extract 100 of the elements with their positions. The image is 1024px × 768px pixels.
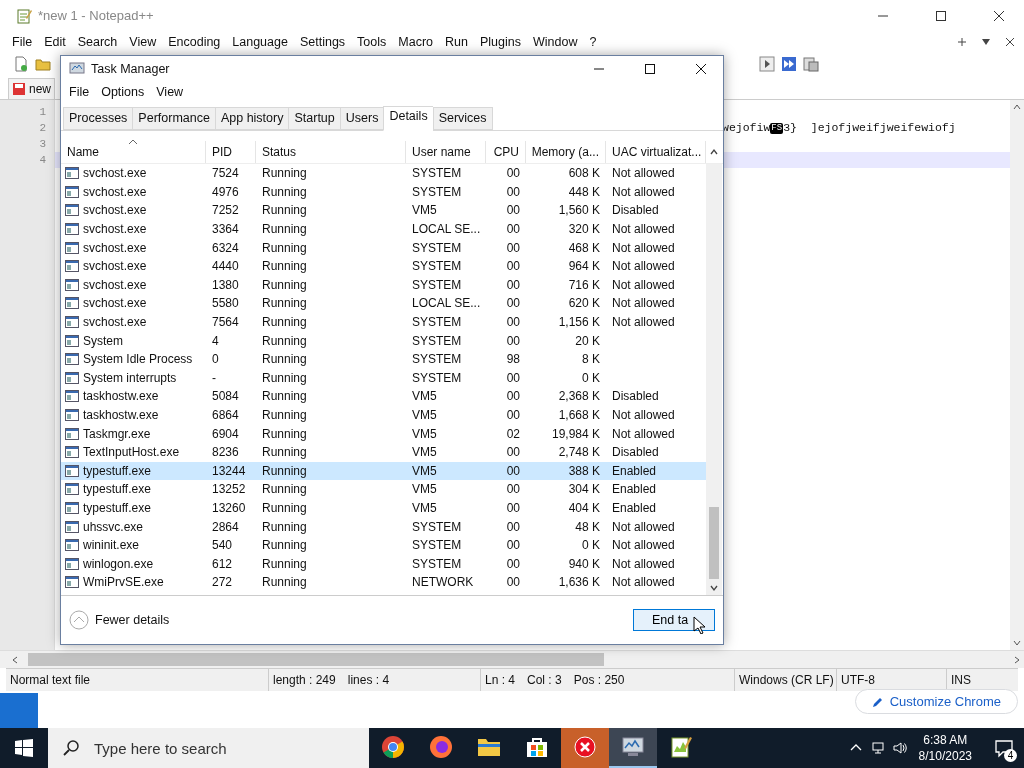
- end-task-button[interactable]: End ta: [633, 609, 715, 631]
- table-cell: Running: [262, 240, 307, 255]
- clock[interactable]: 6:38 AM 8/10/2023: [918, 732, 972, 764]
- table-cell: LOCAL SE...: [412, 296, 481, 311]
- table-cell: 940 K: [568, 556, 600, 571]
- status-text: lines : 4: [347, 673, 390, 687]
- table-cell: 00: [506, 556, 520, 571]
- table-row[interactable]: svchost.exe 3364 Running LOCAL SE... 00 320 K Not allowed: [61, 219, 706, 239]
- table-cell: 6904: [212, 426, 239, 441]
- table-cell: 320 K: [568, 222, 600, 237]
- table-cell: 4976: [212, 184, 239, 199]
- table-row[interactable]: svchost.exe 7564 Running SYSTEM 00 1,156 K Not allowed: [61, 312, 706, 332]
- status-text: Ln : 4: [485, 673, 516, 687]
- table-row[interactable]: winlogon.exe 612 Running SYSTEM 00 940 K Not allowed: [61, 554, 706, 574]
- table-cell: 540: [212, 538, 233, 553]
- tab[interactable]: Processes: [63, 107, 133, 130]
- table-cell: 1380: [212, 277, 239, 292]
- table-row[interactable]: TextInputHost.exe 8236 Running VM5 00 2,748 K Disabled: [61, 442, 706, 462]
- menu-item[interactable]: Language: [226, 34, 294, 49]
- table-row[interactable]: svchost.exe 4976 Running SYSTEM 00 448 K Not allowed: [61, 182, 706, 202]
- line-number: 3: [38, 137, 46, 152]
- table-cell: 13260: [212, 501, 246, 515]
- table-cell: 00: [506, 408, 520, 422]
- menu-item[interactable]: View: [123, 34, 163, 49]
- line-number: 4: [38, 153, 46, 168]
- menu-item[interactable]: Plugins: [473, 34, 527, 49]
- table-row[interactable]: typestuff.exe 13252 Running VM5 00 304 K Enabled: [61, 480, 706, 499]
- tab[interactable]: Users: [339, 107, 384, 130]
- table-row[interactable]: svchost.exe 7524 Running SYSTEM 00 608 K Not allowed: [61, 164, 706, 183]
- tab[interactable]: Services: [432, 107, 493, 130]
- table-cell: Running: [262, 277, 307, 292]
- column-header[interactable]: UAC virtualizat...: [606, 141, 706, 163]
- table-row[interactable]: System interrupts - Running SYSTEM 00 0 K: [61, 368, 706, 388]
- menu-item[interactable]: Run: [439, 34, 474, 49]
- table-cell: Not allowed: [612, 277, 675, 292]
- table-row[interactable]: svchost.exe 7252 Running VM5 00 1,560 K Disabled: [61, 201, 706, 220]
- menu-item[interactable]: Encoding: [162, 34, 227, 49]
- menu-item[interactable]: File: [63, 85, 96, 99]
- menu-item[interactable]: View: [150, 85, 190, 99]
- table-cell: 00: [506, 575, 520, 590]
- column-header[interactable]: Status: [256, 141, 406, 163]
- table-cell: wininit.exe: [83, 538, 140, 553]
- table-cell: VM5: [412, 408, 437, 422]
- table-cell: Not allowed: [612, 296, 675, 311]
- table-row[interactable]: svchost.exe 6324 Running SYSTEM 00 468 K Not allowed: [61, 238, 706, 257]
- table-cell: Running: [262, 538, 307, 553]
- table-row[interactable]: Taskmgr.exe 6904 Running VM5 02 19,984 K Not allowed: [61, 424, 706, 443]
- table-cell: 0 K: [582, 538, 600, 553]
- table-cell: 7564: [212, 315, 239, 330]
- table-row[interactable]: typestuff.exe 13244 Running VM5 00 388 K Enabled: [61, 461, 706, 481]
- table-cell: System Idle Process: [83, 352, 193, 367]
- table-cell: 1,560 K: [558, 203, 600, 218]
- table-cell: 00: [506, 277, 520, 292]
- column-header[interactable]: Memory (a...: [526, 141, 606, 163]
- tab[interactable]: Startup: [288, 107, 340, 130]
- tab[interactable]: Details: [383, 106, 433, 131]
- table-cell: Enabled: [612, 463, 657, 478]
- table-cell: 00: [506, 333, 520, 348]
- table-cell: Running: [262, 575, 307, 590]
- table-cell: Enabled: [612, 482, 657, 497]
- menu-item[interactable]: Settings: [293, 34, 352, 49]
- table-row[interactable]: taskhostw.exe 6864 Running VM5 00 1,668 K Not allowed: [61, 405, 706, 425]
- search-field[interactable]: Type here to search: [48, 728, 369, 768]
- table-cell: 404 K: [568, 501, 600, 515]
- customize-chrome-button[interactable]: Customize Chrome: [854, 689, 1018, 714]
- table-row[interactable]: System Idle Process 0 Running SYSTEM 98 8 K: [61, 349, 706, 369]
- fewer-details-button[interactable]: Fewer details: [69, 610, 170, 630]
- table-row[interactable]: uhssvc.exe 2864 Running SYSTEM 00 48 K Not allowed: [61, 517, 706, 536]
- column-header[interactable]: PID: [206, 141, 256, 163]
- menu-item[interactable]: Tools: [351, 34, 393, 49]
- file-tab[interactable]: new: [8, 78, 55, 99]
- table-cell: 4440: [212, 259, 239, 274]
- table-cell: 00: [506, 389, 520, 404]
- table-row[interactable]: WmiPrvSE.exe 272 Running NETWORK 00 1,636 K Not allowed: [61, 573, 706, 592]
- table-cell: 468 K: [568, 240, 600, 255]
- menu-item[interactable]: Macro: [392, 34, 440, 49]
- menu-item[interactable]: Edit: [38, 34, 72, 49]
- column-header[interactable]: User name: [406, 141, 486, 163]
- table-cell: 1,668 K: [558, 408, 600, 422]
- table-cell: Enabled: [612, 501, 657, 515]
- column-header[interactable]: CPU: [486, 141, 526, 163]
- table-row[interactable]: System 4 Running SYSTEM 00 20 K: [61, 331, 706, 350]
- table-cell: Running: [262, 333, 307, 348]
- menu-item[interactable]: Options: [95, 85, 151, 99]
- menu-item[interactable]: ?: [583, 34, 603, 49]
- menu-item[interactable]: Search: [71, 34, 124, 49]
- table-cell: Not allowed: [612, 259, 675, 274]
- column-header[interactable]: Name: [61, 141, 206, 163]
- menu-item[interactable]: File: [6, 34, 39, 49]
- tab[interactable]: Performance: [132, 107, 215, 130]
- tab[interactable]: App history: [214, 107, 289, 130]
- table-cell: VM5: [412, 463, 437, 478]
- table-row[interactable]: taskhostw.exe 5084 Running VM5 00 2,368 K Disabled: [61, 387, 706, 406]
- table-row[interactable]: svchost.exe 5580 Running LOCAL SE... 00 620 K Not allowed: [61, 294, 706, 313]
- menu-item[interactable]: Window: [526, 34, 584, 49]
- table-row[interactable]: wininit.exe 540 Running SYSTEM 00 0 K Not allowed: [61, 535, 706, 555]
- table-cell: Disabled: [612, 389, 659, 404]
- table-row[interactable]: svchost.exe 4440 Running SYSTEM 00 964 K Not allowed: [61, 256, 706, 276]
- table-row[interactable]: typestuff.exe 13260 Running VM5 00 404 K Enabled: [61, 498, 706, 518]
- table-row[interactable]: svchost.exe 1380 Running SYSTEM 00 716 K Not allowed: [61, 275, 706, 295]
